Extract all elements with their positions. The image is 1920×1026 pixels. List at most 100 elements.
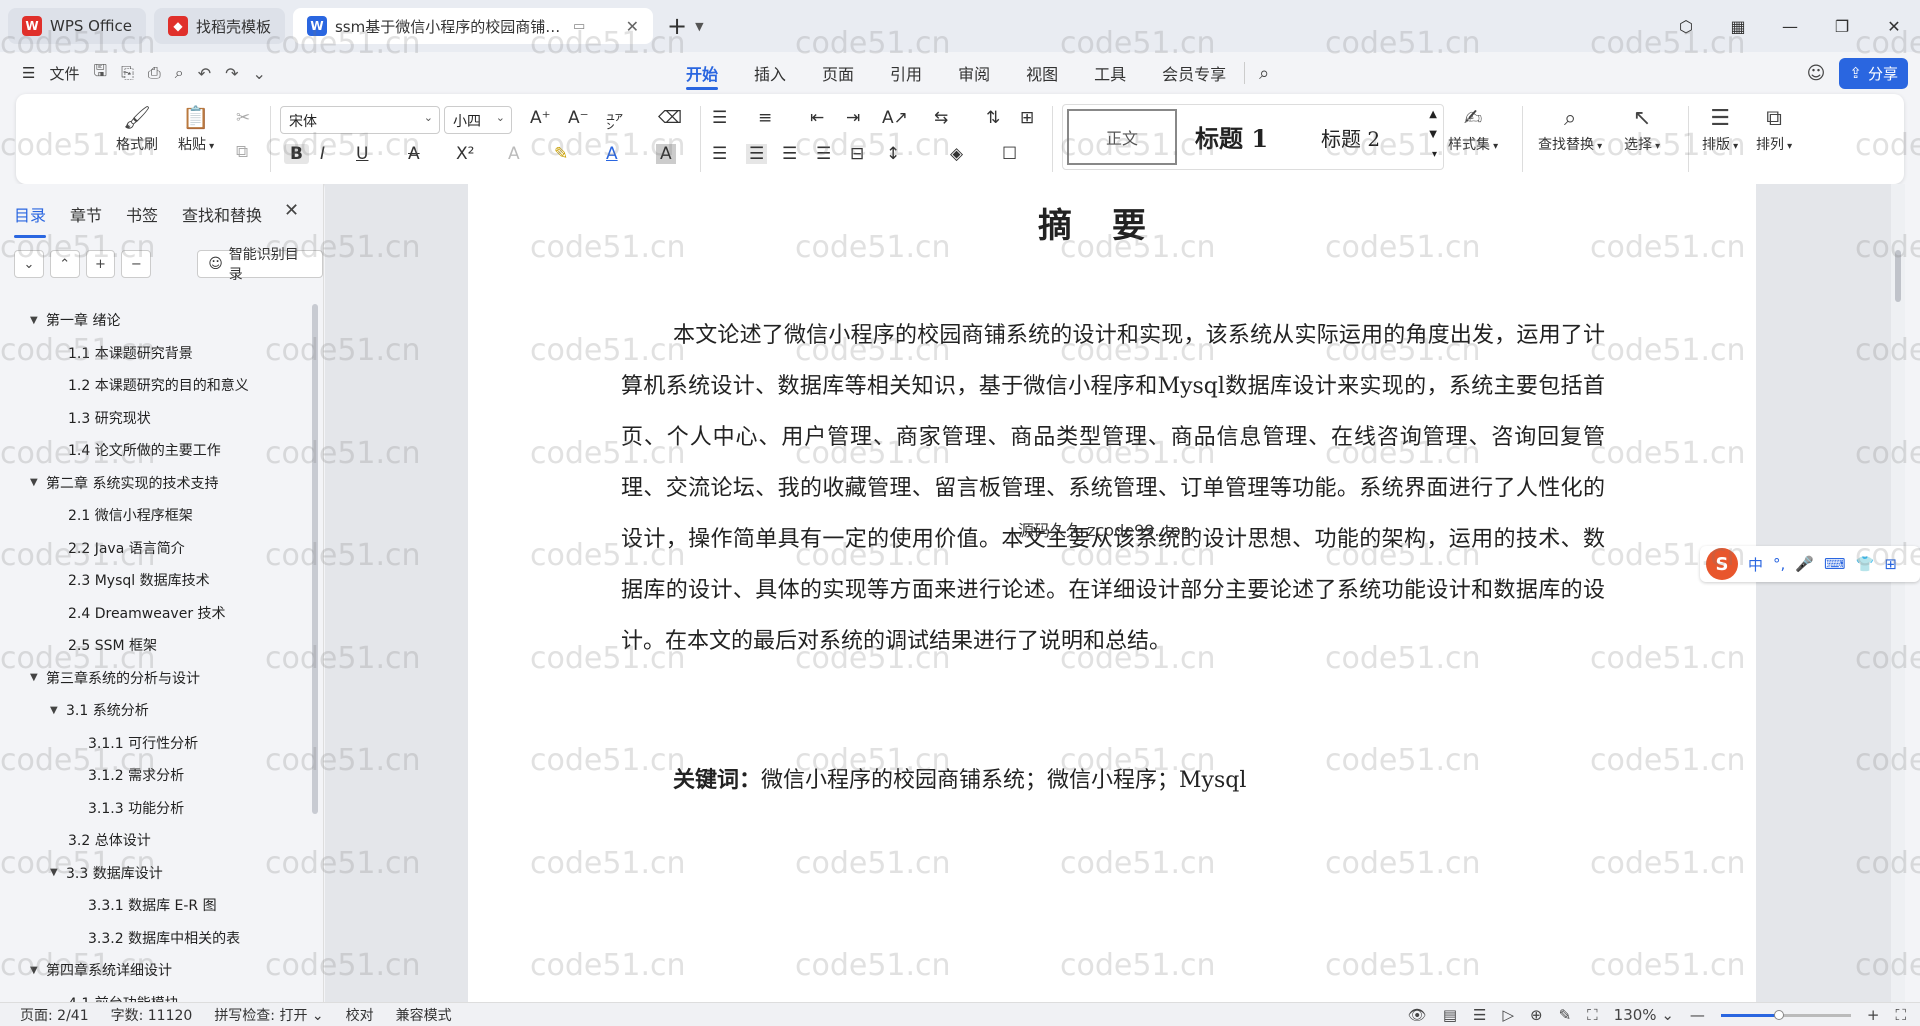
chevron-down-icon[interactable]: ▼	[50, 705, 66, 716]
style-set-button[interactable]: ✍ 样式集 ▾	[1448, 104, 1498, 154]
toc-item[interactable]: ▼ 第一章 绪论	[0, 304, 312, 337]
superscript-icon[interactable]: X²	[456, 144, 474, 164]
punctuation-icon[interactable]: °,	[1773, 555, 1785, 573]
tab-view[interactable]: 视图	[1008, 52, 1076, 94]
spellcheck-status[interactable]: 拼写检查: 打开 ⌄	[214, 1005, 323, 1025]
tab-tools[interactable]: 工具	[1076, 52, 1144, 94]
document-page[interactable]: 摘要 本文论述了微信小程序的校园商铺系统的设计和实现，该系统从实际运用的角度出发…	[468, 184, 1756, 1002]
toc-item[interactable]: 1.3 研究现状	[0, 402, 312, 435]
style-heading-1[interactable]: 标题 1	[1195, 119, 1268, 154]
print-icon[interactable]: ⎙	[148, 63, 161, 83]
cut-icon[interactable]: ✂	[236, 108, 250, 128]
strikethrough-icon[interactable]: A	[408, 144, 420, 164]
eye-icon[interactable]: 👁	[1408, 1006, 1427, 1024]
toc-item[interactable]: 2.2 Java 语言简介	[0, 532, 312, 565]
char-shading-icon[interactable]: A	[656, 144, 676, 164]
tab-page[interactable]: 页面	[804, 52, 872, 94]
chevron-up-icon[interactable]: ▲	[1429, 109, 1437, 120]
proofread[interactable]: 校对	[346, 1005, 374, 1025]
cube-icon[interactable]: ⬡	[1660, 17, 1712, 36]
style-heading-2[interactable]: 标题 2	[1321, 123, 1380, 152]
toc-item[interactable]: 1.4 论文所做的主要工作	[0, 434, 312, 467]
chevron-down-icon[interactable]: ▼	[50, 867, 66, 878]
line-spacing-icon[interactable]: ↕	[886, 144, 900, 164]
toc-item[interactable]: 3.3.2 数据库中相关的表	[0, 922, 312, 955]
close-icon[interactable]: ✕	[284, 200, 299, 221]
avatar[interactable]: ▦	[1712, 17, 1764, 36]
share-button[interactable]: ⇪ 分享	[1839, 57, 1908, 89]
italic-icon[interactable]: I	[320, 144, 325, 164]
bullet-list-icon[interactable]: ☰	[712, 108, 727, 128]
abstract-paragraph[interactable]: 本文论述了微信小程序的校园商铺系统的设计和实现，该系统从实际运用的角度出发，运用…	[621, 310, 1605, 667]
shading-icon[interactable]: ◈	[950, 144, 963, 164]
toc-item[interactable]: 3.3.1 数据库 E-R 图	[0, 889, 312, 922]
zoom-in-icon[interactable]: +	[1867, 1006, 1880, 1024]
fit-icon[interactable]: ⛶	[1587, 1006, 1598, 1024]
chevron-down-icon[interactable]: ▼	[30, 315, 46, 326]
minimize-icon[interactable]: —	[1764, 17, 1816, 36]
restore-icon[interactable]: ❐	[1816, 17, 1868, 36]
toc-item[interactable]: 1.2 本课题研究的目的和意义	[0, 369, 312, 402]
ime-lang[interactable]: 中	[1748, 554, 1763, 575]
copy-icon[interactable]: ⧉	[236, 142, 248, 162]
expand-up-icon[interactable]: ⌃	[49, 250, 80, 278]
chevron-down-icon[interactable]: ▼	[30, 672, 46, 683]
toc-item[interactable]: 2.4 Dreamweaver 技术	[0, 597, 312, 630]
hamburger-icon[interactable]: ☰	[22, 64, 35, 82]
font-color-icon[interactable]: A	[606, 144, 618, 164]
microphone-icon[interactable]: 🎤	[1795, 555, 1814, 573]
outline-view-icon[interactable]: ☰	[1473, 1006, 1486, 1024]
page-count[interactable]: 页面: 2/41	[20, 1005, 89, 1025]
web-view-icon[interactable]: ⊕	[1530, 1006, 1543, 1024]
sidebar-tab-chapters[interactable]: 章节	[70, 202, 102, 230]
eraser-icon[interactable]: ⌫	[658, 108, 682, 128]
text-effect-icon[interactable]: A	[508, 144, 520, 164]
chevron-down-icon[interactable]: ▼	[1429, 129, 1437, 140]
skin-icon[interactable]: 👕	[1856, 555, 1875, 573]
expand-icon[interactable]: ▾	[1432, 149, 1437, 160]
toc-item[interactable]: 3.1.2 需求分析	[0, 759, 312, 792]
toc-item[interactable]: 3.1.3 功能分析	[0, 792, 312, 825]
select-button[interactable]: ↖ 选择 ▾	[1624, 104, 1660, 154]
align-right-icon[interactable]: ☰	[782, 144, 797, 164]
search-icon[interactable]: ⌕	[1244, 62, 1283, 84]
phonetic-icon[interactable]: ㍐	[606, 108, 623, 133]
fullscreen-icon[interactable]: ⛶	[1895, 1006, 1906, 1024]
toc-item[interactable]: ▼ 3.1 系统分析	[0, 694, 312, 727]
print-preview-icon[interactable]: ⌕	[175, 63, 184, 83]
zoom-level[interactable]: 130% ⌄	[1614, 1006, 1674, 1024]
toc-item[interactable]: ▼ 第二章 系统实现的技术支持	[0, 467, 312, 500]
tab-document[interactable]: W ssm基于微信小程序的校园商铺系统 ▭ ✕	[292, 8, 653, 44]
new-tab-icon[interactable]: +	[667, 12, 687, 40]
format-painter-button[interactable]: 🖌 格式刷	[116, 104, 158, 154]
bold-icon[interactable]: B	[284, 144, 309, 164]
zoom-slider[interactable]	[1720, 1009, 1851, 1020]
tab-member[interactable]: 会员专享	[1144, 52, 1244, 94]
remove-icon[interactable]: −	[121, 250, 152, 278]
tab-references[interactable]: 引用	[872, 52, 940, 94]
chevron-down-icon[interactable]: ▼	[30, 965, 46, 976]
undo-icon[interactable]: ↶	[198, 64, 211, 83]
increase-indent-icon[interactable]: ⇥	[846, 108, 860, 128]
smart-toc-button[interactable]: ☺ 智能识别目录	[197, 247, 324, 283]
toc-item[interactable]: ▼ 第四章系统详细设计	[0, 954, 312, 987]
toc-item[interactable]: ▼ 3.3 数据库设计	[0, 857, 312, 890]
arrange-button[interactable]: ⧉ 排列 ▾	[1756, 104, 1792, 154]
distribute-icon[interactable]: ⊟	[850, 144, 864, 164]
keywords-line[interactable]: 关键词：微信小程序的校园商铺系统；微信小程序；Mysql	[673, 762, 1246, 794]
toc-item[interactable]: 2.1 微信小程序框架	[0, 499, 312, 532]
numbered-list-icon[interactable]: ≡	[758, 108, 772, 128]
sort-az-icon[interactable]: ⇅	[986, 108, 1000, 128]
layout-button[interactable]: ☰ 排版 ▾	[1702, 104, 1738, 154]
chevron-down-icon[interactable]: ⌄	[253, 64, 266, 83]
style-normal[interactable]: 正文	[1067, 109, 1177, 165]
sort-icon[interactable]: ⇆	[934, 108, 948, 128]
close-window-icon[interactable]: ✕	[1868, 17, 1920, 36]
align-left-icon[interactable]: ☰	[712, 144, 727, 164]
sidebar-tab-bookmarks[interactable]: 书签	[126, 202, 158, 230]
collapse-icon[interactable]: ⌄	[14, 250, 44, 278]
pen-icon[interactable]: ✎	[1559, 1006, 1572, 1024]
shrink-font-icon[interactable]: A⁻	[568, 108, 589, 128]
toc-item[interactable]: ▼ 第三章系统的分析与设计	[0, 662, 312, 695]
grow-font-icon[interactable]: A⁺	[530, 108, 551, 128]
